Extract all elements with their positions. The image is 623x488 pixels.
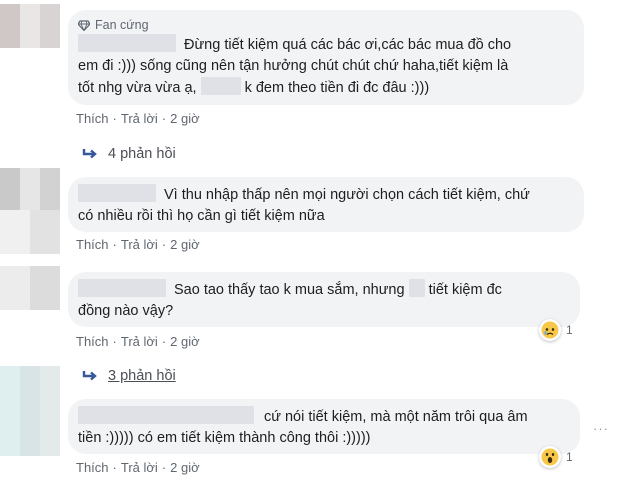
timestamp[interactable]: 2 giờ: [170, 237, 200, 252]
comment-bubble: Sao tao thấy tao k mua sắm, nhưng tiết ki…: [68, 272, 580, 327]
comment-actions: Thích · Trả lời · 2 giờ: [76, 460, 200, 475]
author-name[interactable]: [78, 406, 254, 424]
replies-count[interactable]: 4 phản hồi: [108, 146, 176, 162]
view-replies-link[interactable]: 4 phản hồi: [82, 146, 176, 162]
avatar[interactable]: [0, 210, 60, 254]
author-name[interactable]: [78, 184, 156, 202]
comment-text: cứ nói tiết kiệm, mà một năm trôi qua âm…: [78, 406, 568, 449]
avatar[interactable]: [0, 168, 60, 212]
like-link[interactable]: Thích: [76, 460, 109, 475]
reaction-summary[interactable]: 1: [539, 319, 573, 341]
comment-text: Sao tao thấy tao k mua sắm, nhưng tiết ki…: [78, 279, 568, 322]
like-link[interactable]: Thích: [76, 111, 109, 126]
replies-count[interactable]: 3 phản hồi: [108, 368, 176, 384]
diamond-icon: [78, 19, 90, 31]
comment-text: Vì thu nhập thấp nên mọi người chọn cách…: [78, 184, 572, 227]
more-options-icon[interactable]: ···: [593, 421, 609, 436]
like-link[interactable]: Thích: [76, 237, 109, 252]
author-name[interactable]: [78, 34, 176, 52]
reaction-summary[interactable]: 1: [539, 446, 573, 468]
comment-text: Đừng tiết kiệm quá các bác ơi,các bác mu…: [78, 34, 572, 99]
sad-reaction-icon: [539, 319, 561, 341]
author-name[interactable]: [78, 279, 166, 297]
reply-link[interactable]: Trả lời: [121, 111, 158, 126]
avatar[interactable]: [0, 366, 60, 456]
reaction-count: 1: [566, 323, 573, 337]
comment-bubble: Fan cứng Đừng tiết kiệm quá các bác ơi,c…: [68, 10, 584, 105]
view-replies-link[interactable]: 3 phản hồi: [82, 368, 176, 384]
comment-bubble: Vì thu nhập thấp nên mọi người chọn cách…: [68, 177, 584, 232]
avatar[interactable]: [0, 4, 60, 48]
reply-link[interactable]: Trả lời: [121, 460, 158, 475]
reply-arrow-icon: [82, 371, 97, 381]
avatar[interactable]: [0, 266, 60, 310]
like-link[interactable]: Thích: [76, 334, 109, 349]
reaction-count: 1: [566, 450, 573, 464]
timestamp[interactable]: 2 giờ: [170, 111, 200, 126]
reply-link[interactable]: Trả lời: [121, 334, 158, 349]
fan-badge: Fan cứng: [78, 17, 572, 33]
badge-label: Fan cứng: [95, 18, 149, 32]
redacted-text: [408, 279, 425, 297]
reply-link[interactable]: Trả lời: [121, 237, 158, 252]
comment-actions: Thích · Trả lời · 2 giờ: [76, 111, 200, 126]
redacted-text: [200, 77, 241, 95]
comment-bubble: cứ nói tiết kiệm, mà một năm trôi qua âm…: [68, 399, 580, 454]
reply-arrow-icon: [82, 149, 97, 159]
timestamp[interactable]: 2 giờ: [170, 334, 200, 349]
wow-reaction-icon: [539, 446, 561, 468]
timestamp[interactable]: 2 giờ: [170, 460, 200, 475]
comment-actions: Thích · Trả lời · 2 giờ: [76, 237, 200, 252]
comment-actions: Thích · Trả lời · 2 giờ: [76, 334, 200, 349]
